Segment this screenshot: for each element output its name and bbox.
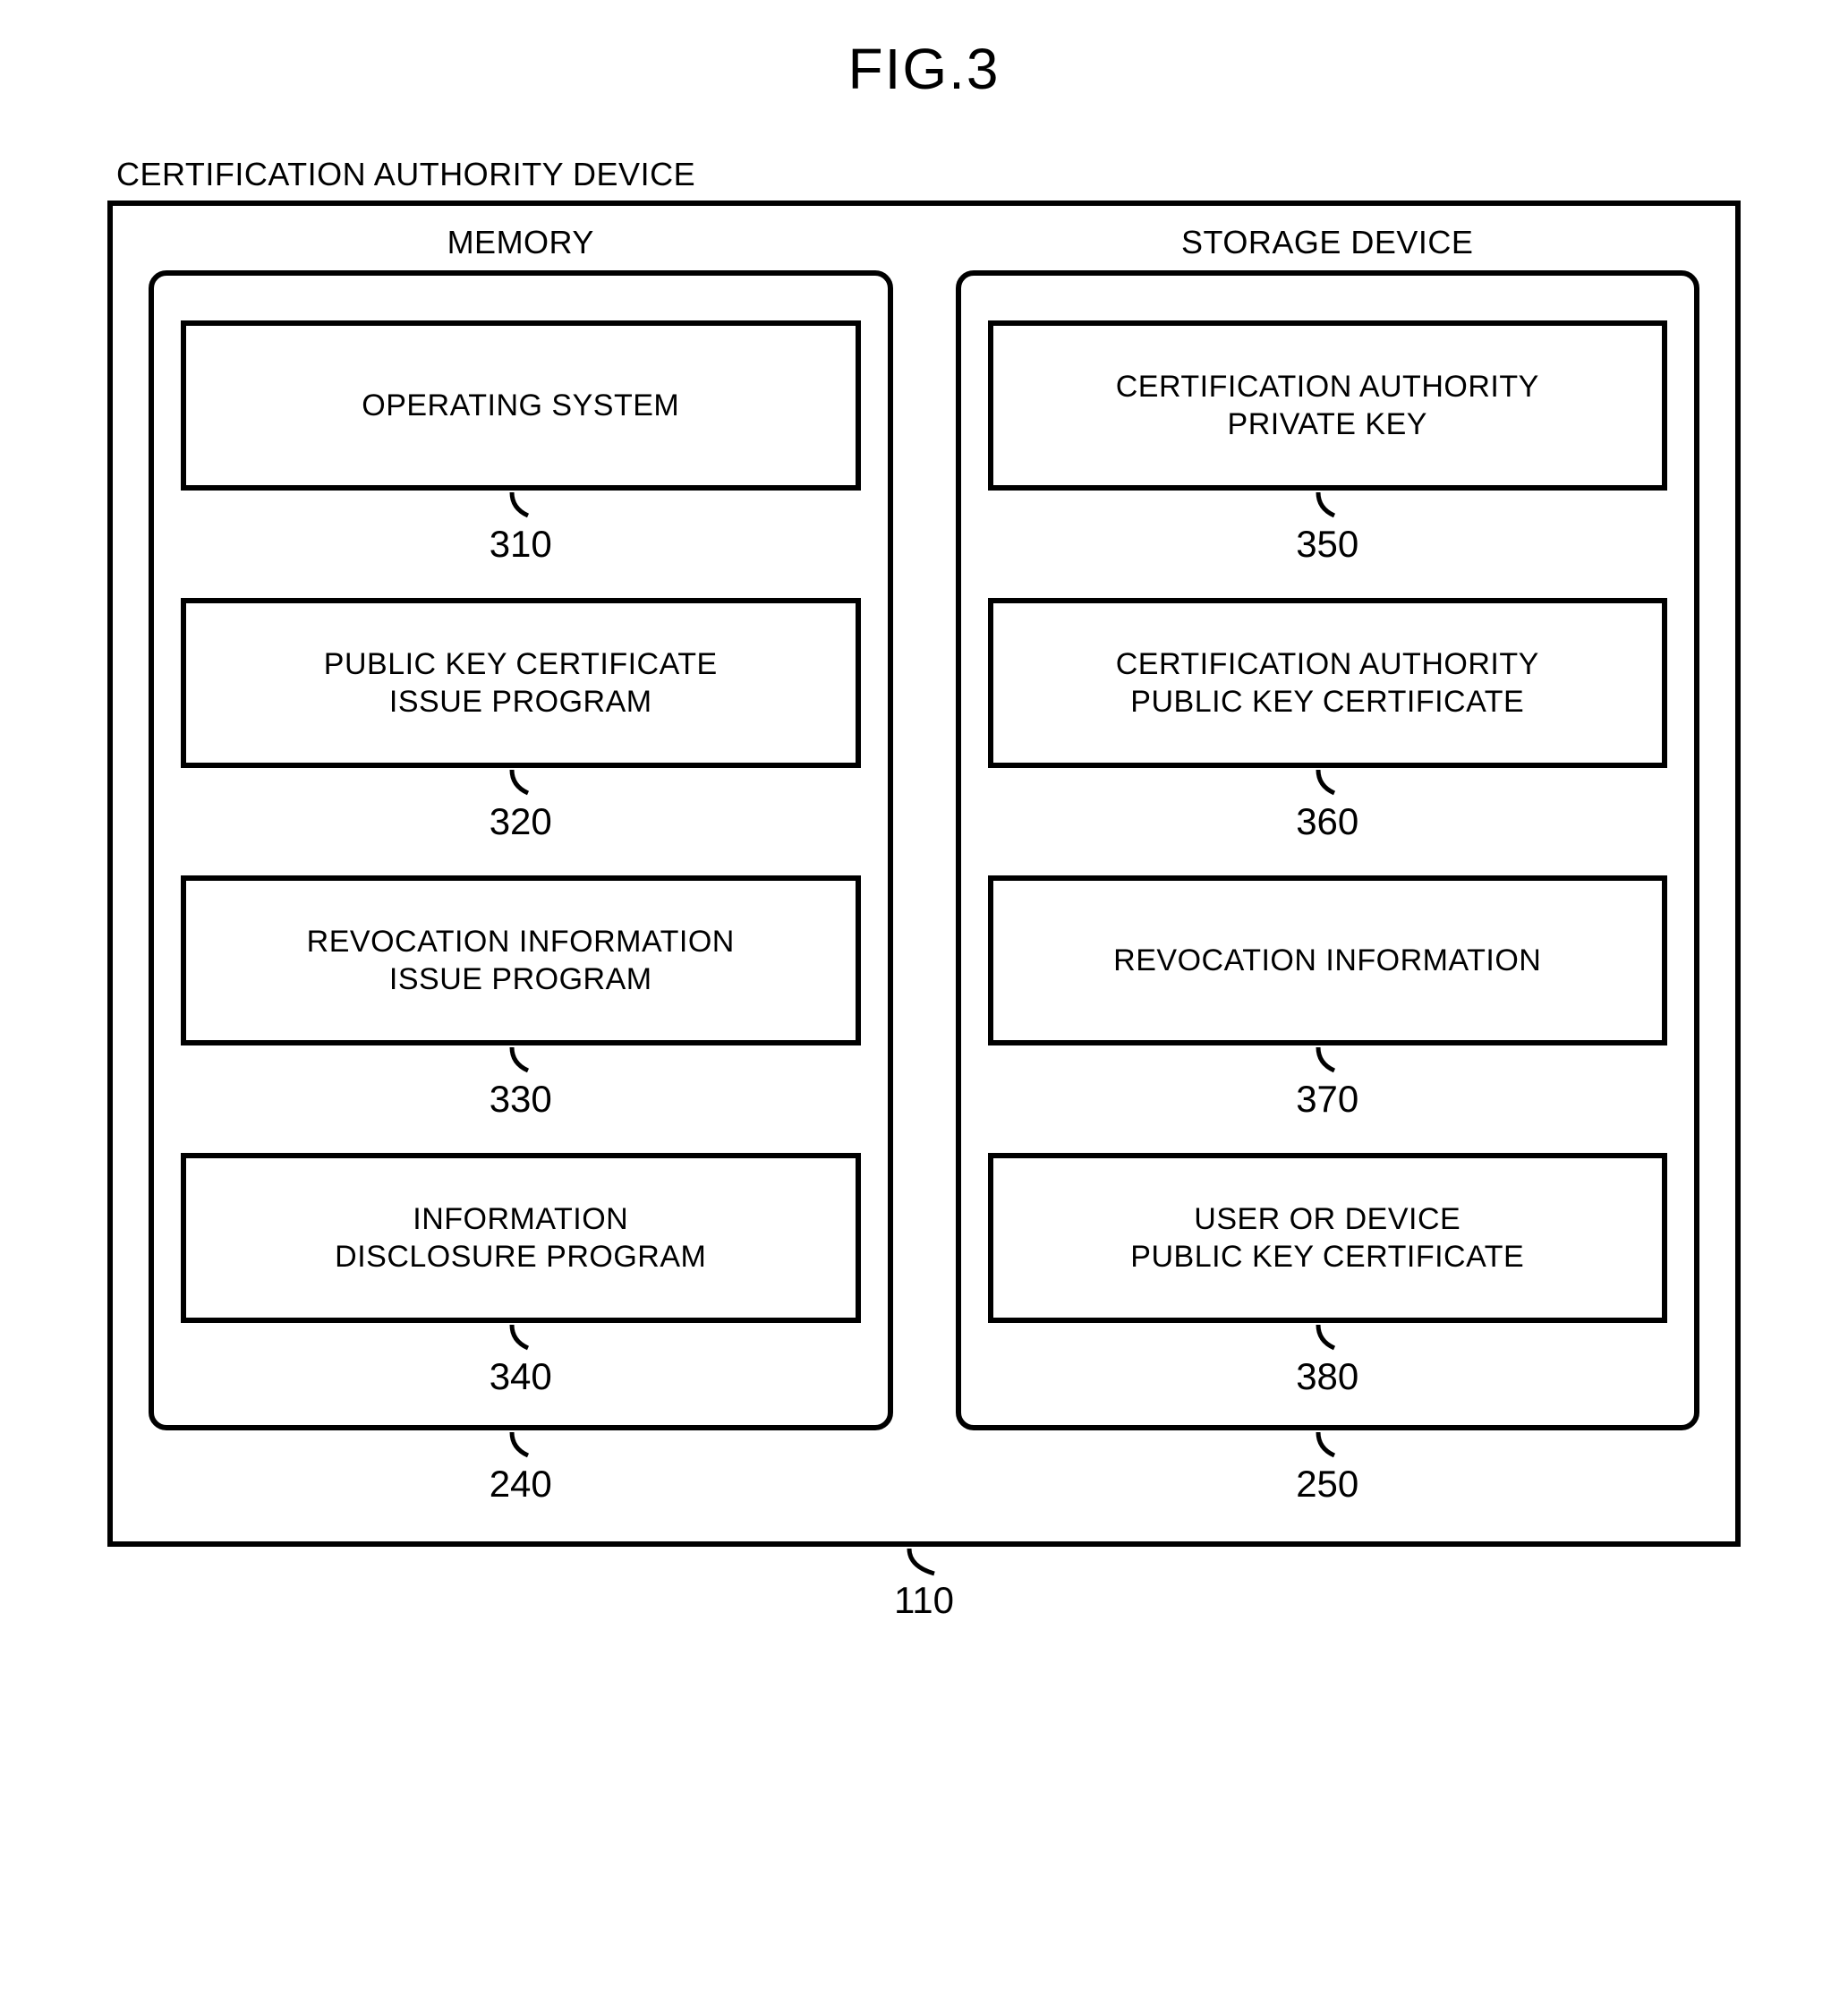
item-label-line: REVOCATION INFORMATION: [307, 923, 735, 961]
user-device-pk-cert-ref: 380: [988, 1355, 1668, 1398]
leader-line-icon: [1300, 1430, 1354, 1463]
info-disclosure-program-ref: 340: [181, 1355, 861, 1398]
revocation-info-ref: 370: [988, 1078, 1668, 1121]
leader-line-icon: [494, 768, 548, 800]
leader-line-icon: [1300, 1323, 1354, 1355]
memory-title: MEMORY: [149, 224, 893, 261]
leader-line-icon: [494, 1045, 548, 1078]
pk-cert-issue-program-ref: 320: [181, 800, 861, 843]
memory-item: INFORMATION DISCLOSURE PROGRAM 340: [181, 1153, 861, 1398]
item-label-line: USER OR DEVICE: [1194, 1200, 1461, 1239]
item-label-line: CERTIFICATION AUTHORITY: [1116, 368, 1539, 406]
item-label-line: REVOCATION INFORMATION: [1113, 942, 1541, 980]
memory-column: MEMORY OPERATING SYSTEM 310 PUBLIC KEY C…: [149, 224, 893, 1506]
device-label: CERTIFICATION AUTHORITY DEVICE: [116, 156, 1812, 193]
pk-cert-issue-program-box: PUBLIC KEY CERTIFICATE ISSUE PROGRAM: [181, 598, 861, 768]
leader-line-icon: [494, 1430, 548, 1463]
storage-item: USER OR DEVICE PUBLIC KEY CERTIFICATE 38…: [988, 1153, 1668, 1398]
item-label-line: PUBLIC KEY CERTIFICATE: [1130, 683, 1524, 721]
item-label-line: DISCLOSURE PROGRAM: [335, 1238, 706, 1276]
storage-item: REVOCATION INFORMATION 370: [988, 875, 1668, 1121]
leader-line-icon: [494, 491, 548, 523]
leader-line-icon: [884, 1547, 965, 1579]
leader-line-icon: [1300, 768, 1354, 800]
item-label-line: ISSUE PROGRAM: [389, 683, 652, 721]
leader-line-icon: [1300, 1045, 1354, 1078]
item-label-line: PUBLIC KEY CERTIFICATE: [324, 645, 718, 684]
ca-public-key-cert-ref: 360: [988, 800, 1668, 843]
storage-title: STORAGE DEVICE: [956, 224, 1700, 261]
item-label-line: CERTIFICATION AUTHORITY: [1116, 645, 1539, 684]
item-label-line: PRIVATE KEY: [1228, 405, 1427, 444]
storage-ref: 250: [956, 1463, 1700, 1506]
ca-public-key-cert-box: CERTIFICATION AUTHORITY PUBLIC KEY CERTI…: [988, 598, 1668, 768]
memory-item: PUBLIC KEY CERTIFICATE ISSUE PROGRAM 320: [181, 598, 861, 843]
storage-box: CERTIFICATION AUTHORITY PRIVATE KEY 350 …: [956, 270, 1700, 1430]
storage-item: CERTIFICATION AUTHORITY PRIVATE KEY 350: [988, 320, 1668, 566]
ca-private-key-ref: 350: [988, 523, 1668, 566]
revocation-info-issue-program-ref: 330: [181, 1078, 861, 1121]
item-label-line: OPERATING SYSTEM: [362, 387, 679, 425]
operating-system-box: OPERATING SYSTEM: [181, 320, 861, 491]
memory-item: OPERATING SYSTEM 310: [181, 320, 861, 566]
leader-line-icon: [1300, 491, 1354, 523]
operating-system-ref: 310: [181, 523, 861, 566]
ca-private-key-box: CERTIFICATION AUTHORITY PRIVATE KEY: [988, 320, 1668, 491]
user-device-pk-cert-box: USER OR DEVICE PUBLIC KEY CERTIFICATE: [988, 1153, 1668, 1323]
certification-authority-device-box: MEMORY OPERATING SYSTEM 310 PUBLIC KEY C…: [107, 201, 1741, 1547]
revocation-info-issue-program-box: REVOCATION INFORMATION ISSUE PROGRAM: [181, 875, 861, 1045]
item-label-line: ISSUE PROGRAM: [389, 960, 652, 999]
device-ref: 110: [36, 1579, 1812, 1622]
storage-item: CERTIFICATION AUTHORITY PUBLIC KEY CERTI…: [988, 598, 1668, 843]
figure-title: FIG.3: [36, 36, 1812, 102]
columns-container: MEMORY OPERATING SYSTEM 310 PUBLIC KEY C…: [149, 224, 1699, 1506]
item-label-line: INFORMATION: [413, 1200, 628, 1239]
info-disclosure-program-box: INFORMATION DISCLOSURE PROGRAM: [181, 1153, 861, 1323]
leader-line-icon: [494, 1323, 548, 1355]
memory-item: REVOCATION INFORMATION ISSUE PROGRAM 330: [181, 875, 861, 1121]
storage-column: STORAGE DEVICE CERTIFICATION AUTHORITY P…: [956, 224, 1700, 1506]
revocation-info-box: REVOCATION INFORMATION: [988, 875, 1668, 1045]
memory-ref: 240: [149, 1463, 893, 1506]
memory-box: OPERATING SYSTEM 310 PUBLIC KEY CERTIFIC…: [149, 270, 893, 1430]
item-label-line: PUBLIC KEY CERTIFICATE: [1130, 1238, 1524, 1276]
